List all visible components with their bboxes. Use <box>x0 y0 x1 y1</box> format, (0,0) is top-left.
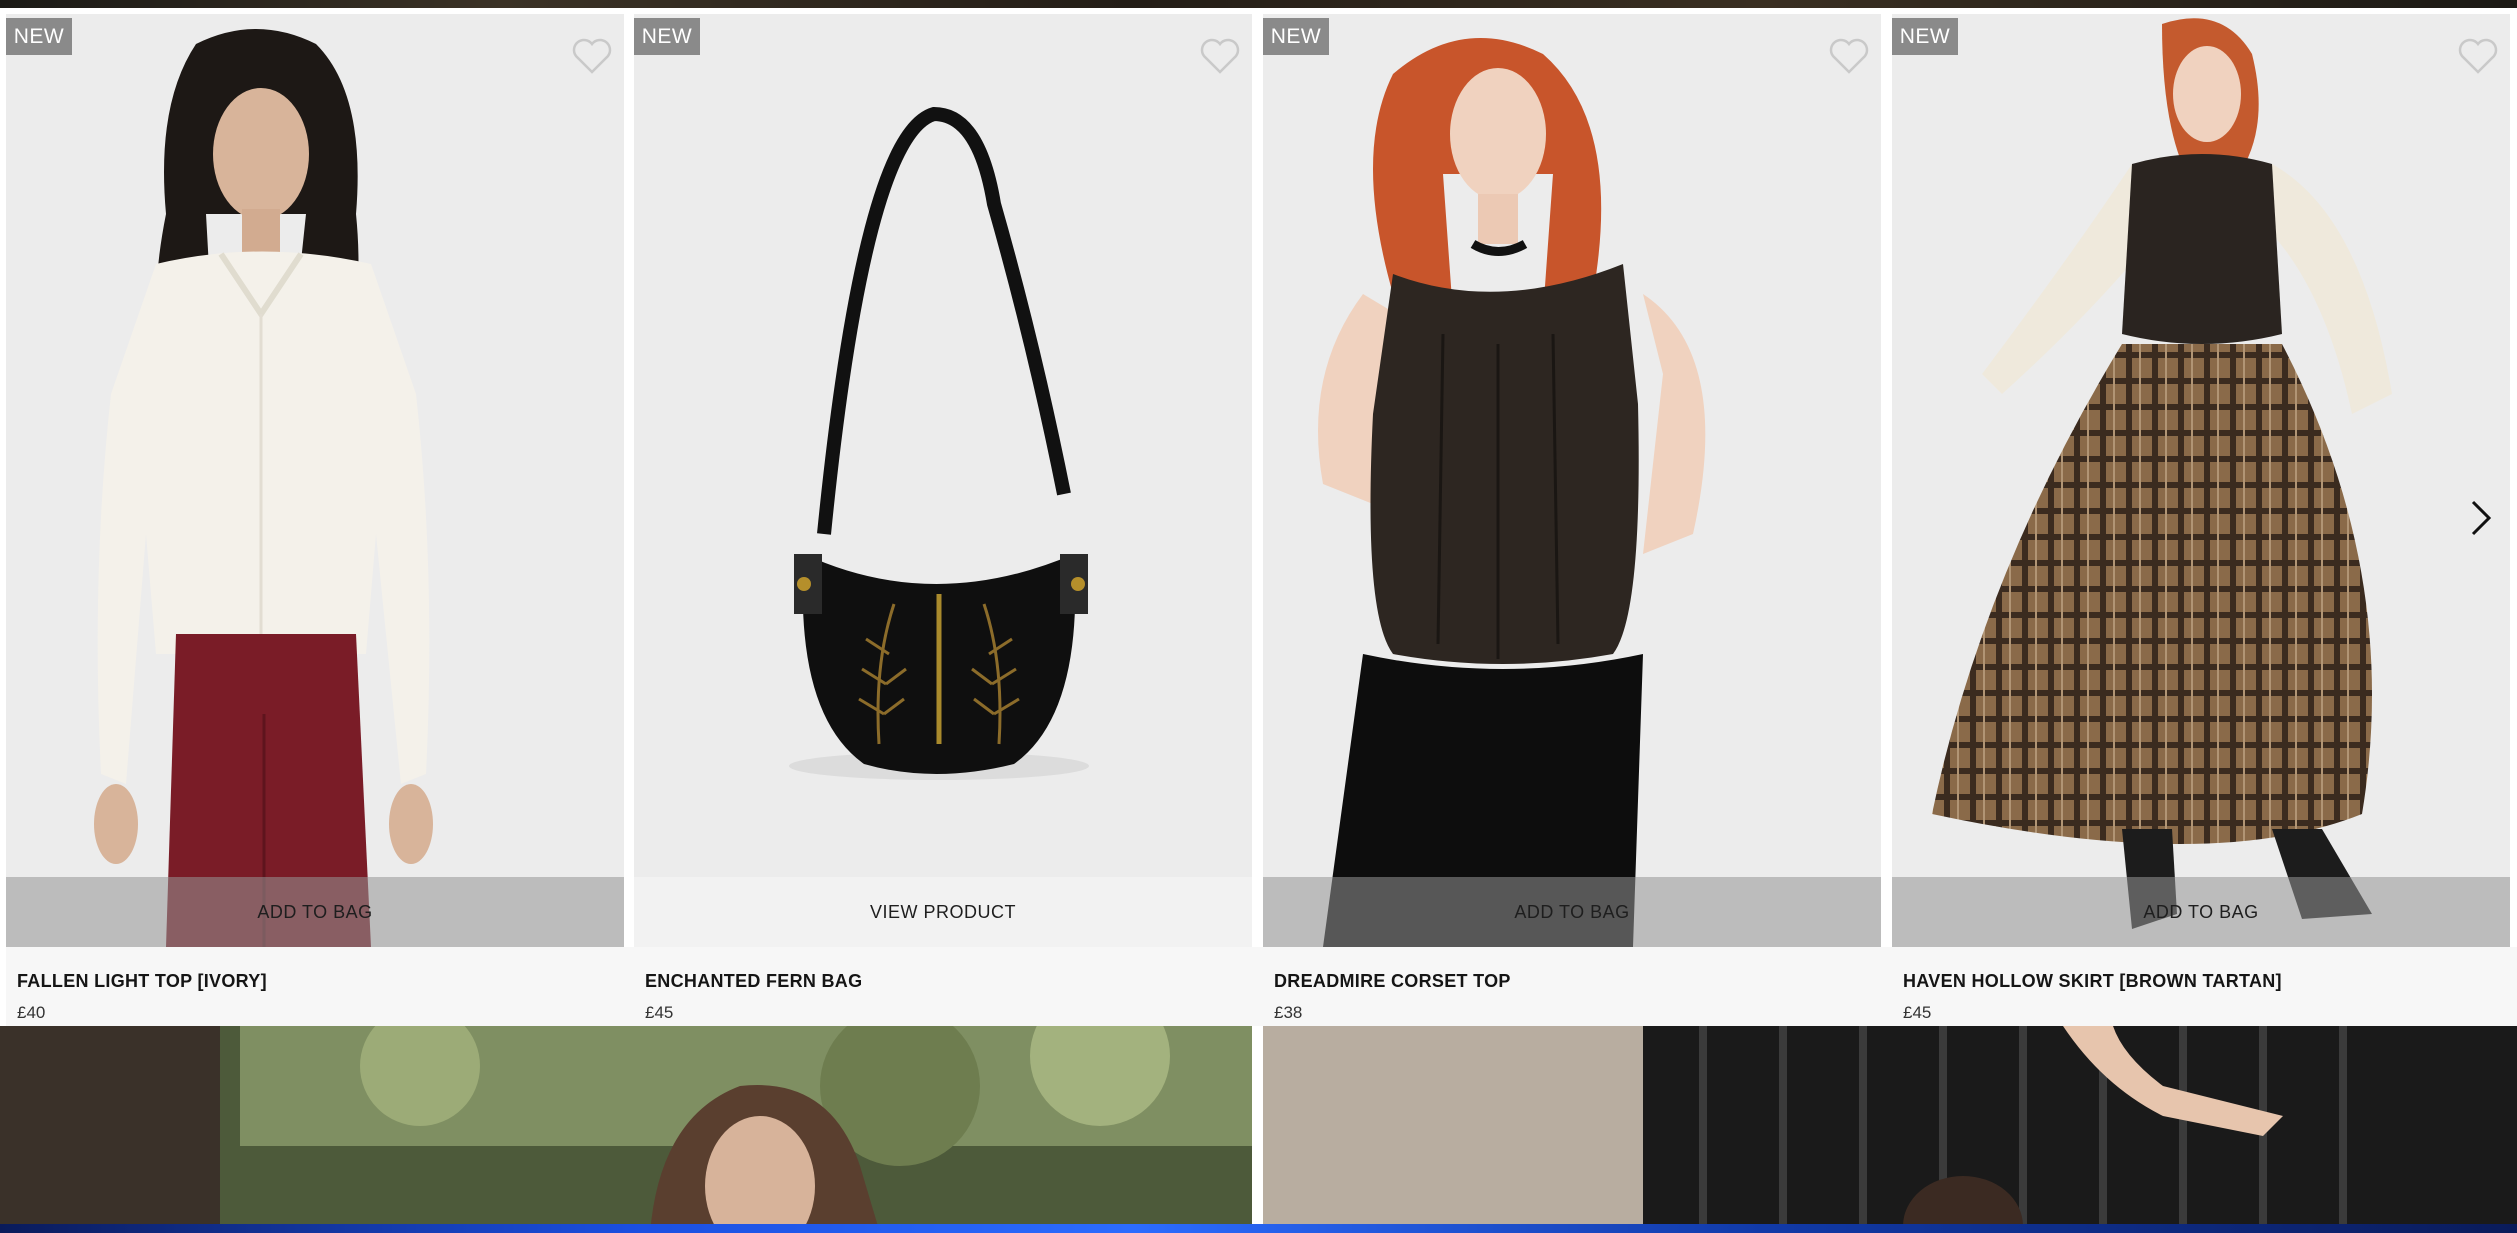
product-image[interactable] <box>6 14 624 947</box>
new-badge: NEW <box>6 18 72 55</box>
top-banner-edge <box>0 0 2517 8</box>
new-badge: NEW <box>634 18 700 55</box>
editorial-banner-gate[interactable] <box>1263 1026 2517 1233</box>
product-title[interactable]: DREADMIRE CORSET TOP <box>1274 971 1511 992</box>
new-badge: NEW <box>1892 18 1958 55</box>
add-to-bag-button[interactable]: ADD TO BAG <box>1263 877 1881 947</box>
product-title[interactable]: HAVEN HOLLOW SKIRT [BROWN TARTAN] <box>1903 971 2282 992</box>
product-card[interactable]: NEW ADD TO BAG FALLEN LIGHT TOP [IVORY] … <box>6 14 635 1026</box>
product-title[interactable]: ENCHANTED FERN BAG <box>645 971 862 992</box>
product-card[interactable]: NEW VIEW PRODUCT ENCHANTED FERN BAG £45 <box>634 14 1263 1026</box>
product-price: £40 <box>17 1003 46 1022</box>
product-details: HAVEN HOLLOW SKIRT [BROWN TARTAN] £45 <box>1892 947 2517 1026</box>
model-tartan-skirt-image <box>1892 14 2510 947</box>
heart-outline-icon[interactable] <box>570 36 614 76</box>
add-to-bag-button[interactable]: ADD TO BAG <box>6 877 624 947</box>
product-details: ENCHANTED FERN BAG £45 <box>634 947 1263 1026</box>
product-details: DREADMIRE CORSET TOP £38 <box>1263 947 1892 1026</box>
product-image[interactable] <box>1892 14 2510 947</box>
product-image[interactable] <box>1263 14 1881 947</box>
product-price: £45 <box>1903 1003 1932 1022</box>
product-details: FALLEN LIGHT TOP [IVORY] £40 <box>6 947 635 1026</box>
view-product-button[interactable]: VIEW PRODUCT <box>634 877 1252 947</box>
gate-model-image <box>1263 1026 2517 1233</box>
chevron-right-icon[interactable] <box>2465 498 2495 538</box>
product-price: £38 <box>1274 1003 1303 1022</box>
product-card[interactable]: NEW ADD TO BAG HAVEN HOLLOW SKIRT [BROWN… <box>1892 14 2517 1026</box>
product-price: £45 <box>645 1003 674 1022</box>
editorial-banner-forest[interactable] <box>0 1026 1252 1233</box>
product-image[interactable] <box>634 14 1252 947</box>
model-corset-top-image <box>1263 14 1881 947</box>
bottom-banner-edge <box>0 1224 2517 1233</box>
new-badge: NEW <box>1263 18 1329 55</box>
heart-outline-icon[interactable] <box>1827 36 1871 76</box>
heart-outline-icon[interactable] <box>1198 36 1242 76</box>
product-grid: NEW ADD TO BAG FALLEN LIGHT TOP [IVORY] … <box>0 14 2517 1026</box>
add-to-bag-button[interactable]: ADD TO BAG <box>1892 877 2510 947</box>
heart-outline-icon[interactable] <box>2456 36 2500 76</box>
forest-model-image <box>0 1026 1252 1233</box>
fern-bag-image <box>634 14 1252 947</box>
model-ivory-top-image <box>6 14 624 947</box>
product-title[interactable]: FALLEN LIGHT TOP [IVORY] <box>17 971 267 992</box>
product-card[interactable]: NEW ADD TO BAG DREADMIRE CORSET TOP £38 <box>1263 14 1892 1026</box>
